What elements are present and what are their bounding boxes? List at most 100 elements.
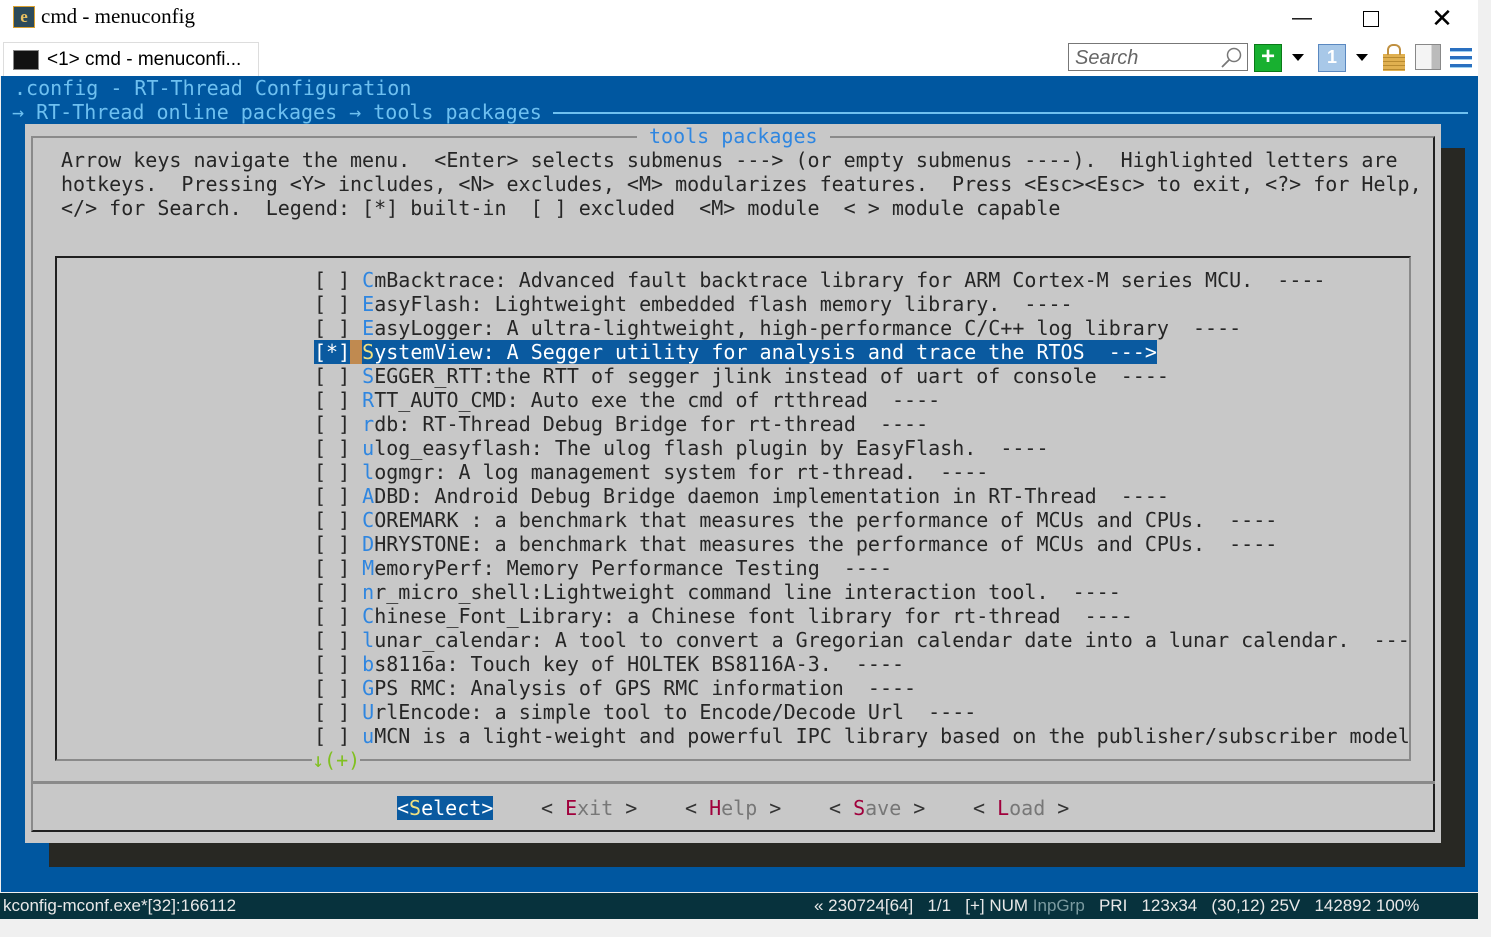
list-item[interactable]: [ ] uMCN is a light-weight and powerful … (314, 724, 1410, 748)
status-bar: kconfig-mconf.exe*[32]:166112 « 230724[6… (0, 893, 1478, 919)
item-hotkey: D (362, 532, 375, 556)
status-pos: « 230724[64] (814, 896, 914, 915)
status-process: kconfig-mconf.exe*[32]:166112 (3, 896, 237, 915)
item-checkbox[interactable]: [ ] (314, 388, 362, 412)
button-save[interactable]: < Save > (829, 796, 925, 820)
item-checkbox[interactable]: [ ] (314, 292, 362, 316)
item-checkbox[interactable]: [ ] (314, 724, 362, 748)
search-input[interactable] (1073, 45, 1217, 71)
status-pri: PRI (1098, 896, 1128, 915)
title-bar: e cmd - menuconfig — ✕ (0, 0, 1478, 38)
menu-icon[interactable] (1450, 48, 1472, 68)
item-checkbox[interactable]: [ ] (314, 436, 362, 460)
item-label: emoryPerf: Memory Performance Testing --… (374, 556, 892, 580)
dialog-title: tools packages (637, 124, 830, 148)
button-exit[interactable]: < Exit > (541, 796, 637, 820)
close-button[interactable]: ✕ (1419, 0, 1465, 36)
breadcrumb: → RT-Thread online packages → tools pack… (12, 100, 542, 124)
list-item[interactable]: [ ] MemoryPerf: Memory Performance Testi… (314, 556, 892, 580)
list-item[interactable]: [ ] GPS RMC: Analysis of GPS RMC informa… (314, 676, 916, 700)
button-select[interactable]: <Select> (397, 796, 494, 820)
item-hotkey: C (362, 508, 375, 532)
list-item[interactable]: [ ] ulog_easyflash: The ulog flash plugi… (314, 436, 1049, 460)
list-item[interactable]: [ ] DHRYSTONE: a benchmark that measures… (314, 532, 1277, 556)
item-label: unar_calendar: A tool to convert a Grego… (374, 628, 1410, 652)
item-checkbox[interactable]: [ ] (314, 460, 362, 484)
item-checkbox[interactable]: [ ] (314, 604, 362, 628)
item-label: EGGER_RTT:the RTT of segger jlink instea… (374, 364, 1169, 388)
item-label: OREMARK : a benchmark that measures the … (374, 508, 1278, 532)
item-checkbox[interactable]: [ ] (314, 556, 362, 580)
button-label: ave (865, 796, 902, 820)
item-label: hinese_Font_Library: a Chinese font libr… (374, 604, 1133, 628)
dropdown-icon[interactable] (1356, 54, 1368, 61)
button-separator (33, 781, 1435, 784)
list-item[interactable]: [ ] COREMARK : a benchmark that measures… (314, 508, 1277, 532)
list-item[interactable]: [ ] lunar_calendar: A tool to convert a … (314, 628, 1410, 652)
item-checkbox[interactable]: [ ] (314, 268, 362, 292)
list-item[interactable]: [ ] ADBD: Android Debug Bridge daemon im… (314, 484, 1169, 508)
item-checkbox[interactable]: [ ] (314, 628, 362, 652)
item-label: TT_AUTO_CMD: Auto exe the cmd of rtthrea… (374, 388, 941, 412)
list-item[interactable]: [ ] rdb: RT-Thread Debug Bridge for rt-t… (314, 412, 928, 436)
console-number-icon[interactable]: 1 (1318, 44, 1346, 72)
button-help[interactable]: < Help > (685, 796, 781, 820)
minimize-button[interactable]: — (1279, 0, 1325, 36)
item-hotkey: b (362, 652, 375, 676)
maximize-button[interactable] (1348, 0, 1394, 36)
item-hotkey: S (362, 364, 375, 388)
list-item[interactable]: [ ] EasyLogger: A ultra-lightweight, hig… (314, 316, 1241, 340)
list-item[interactable]: [ ] CmBacktrace: Advanced fault backtrac… (314, 268, 1325, 292)
lock-icon[interactable] (1383, 44, 1405, 71)
dropdown-icon[interactable] (1292, 54, 1304, 61)
item-hotkey: u (362, 724, 375, 748)
new-console-icon[interactable]: + (1254, 44, 1282, 72)
tab-label: <1> cmd - menuconfi... (47, 49, 242, 70)
item-label: asyFlash: Lightweight embedded flash mem… (374, 292, 1073, 316)
help-line-1: Arrow keys navigate the menu. <Enter> se… (61, 148, 1398, 172)
list-item[interactable]: [ ] RTT_AUTO_CMD: Auto exe the cmd of rt… (314, 388, 940, 412)
item-checkbox[interactable]: [ ] (314, 676, 362, 700)
more-indicator: ↓(+) (312, 748, 361, 772)
button-bracket: < (397, 796, 410, 820)
item-checkbox[interactable]: [ ] (314, 412, 362, 436)
tab-console-1[interactable]: <1> cmd - menuconfi... (3, 42, 259, 76)
item-checkbox[interactable]: [ ] (314, 700, 362, 724)
list-item[interactable]: [*] SystemView: A Segger utility for ana… (314, 340, 1157, 364)
button-load[interactable]: < Load > (973, 796, 1069, 820)
button-bracket: < (829, 796, 854, 820)
list-item[interactable]: [ ] Chinese_Font_Library: a Chinese font… (314, 604, 1133, 628)
item-label: rlEncode: a simple tool to Encode/Decode… (374, 700, 977, 724)
item-checkbox[interactable]: [ ] (314, 532, 362, 556)
list-item[interactable]: [ ] logmgr: A log management system for … (314, 460, 988, 484)
item-checkbox[interactable]: [ ] (314, 580, 362, 604)
button-hotkey: E (565, 796, 578, 820)
item-label: asyLogger: A ultra-lightweight, high-per… (374, 316, 1242, 340)
item-checkbox[interactable]: [ ] (314, 652, 362, 676)
item-checkbox[interactable]: [*] (314, 340, 351, 364)
item-hotkey: E (362, 292, 375, 316)
list-item[interactable]: [ ] UrlEncode: a simple tool to Encode/D… (314, 700, 976, 724)
button-bracket: > (1045, 796, 1070, 820)
button-label: elect (421, 796, 482, 820)
search-icon[interactable] (1219, 46, 1243, 70)
status-right: « 230724[64] 1/1 [+] NUM InpGrp PRI 123x… (814, 893, 1419, 919)
console-icon (13, 50, 39, 70)
window-title: cmd - menuconfig (41, 4, 195, 28)
item-checkbox[interactable]: [ ] (314, 316, 362, 340)
item-checkbox[interactable]: [ ] (314, 484, 362, 508)
item-label: mBacktrace: Advanced fault backtrace lib… (374, 268, 1326, 292)
panel-icon[interactable] (1415, 44, 1441, 70)
item-checkbox[interactable]: [ ] (314, 364, 362, 388)
list-item[interactable]: [ ] nr_micro_shell:Lightweight command l… (314, 580, 1121, 604)
status-size: 123x34 (1141, 896, 1198, 915)
breadcrumb-rule (553, 112, 1468, 114)
list-item[interactable]: [ ] EasyFlash: Lightweight embedded flas… (314, 292, 1073, 316)
item-hotkey: R (362, 388, 375, 412)
search-box[interactable] (1068, 43, 1248, 71)
item-checkbox[interactable]: [ ] (314, 508, 362, 532)
item-hotkey: A (362, 484, 375, 508)
list-item[interactable]: [ ] SEGGER_RTT:the RTT of segger jlink i… (314, 364, 1169, 388)
menu-list[interactable]: [ ] CmBacktrace: Advanced fault backtrac… (314, 268, 1414, 748)
list-item[interactable]: [ ] bs8116a: Touch key of HOLTEK BS8116A… (314, 652, 904, 676)
